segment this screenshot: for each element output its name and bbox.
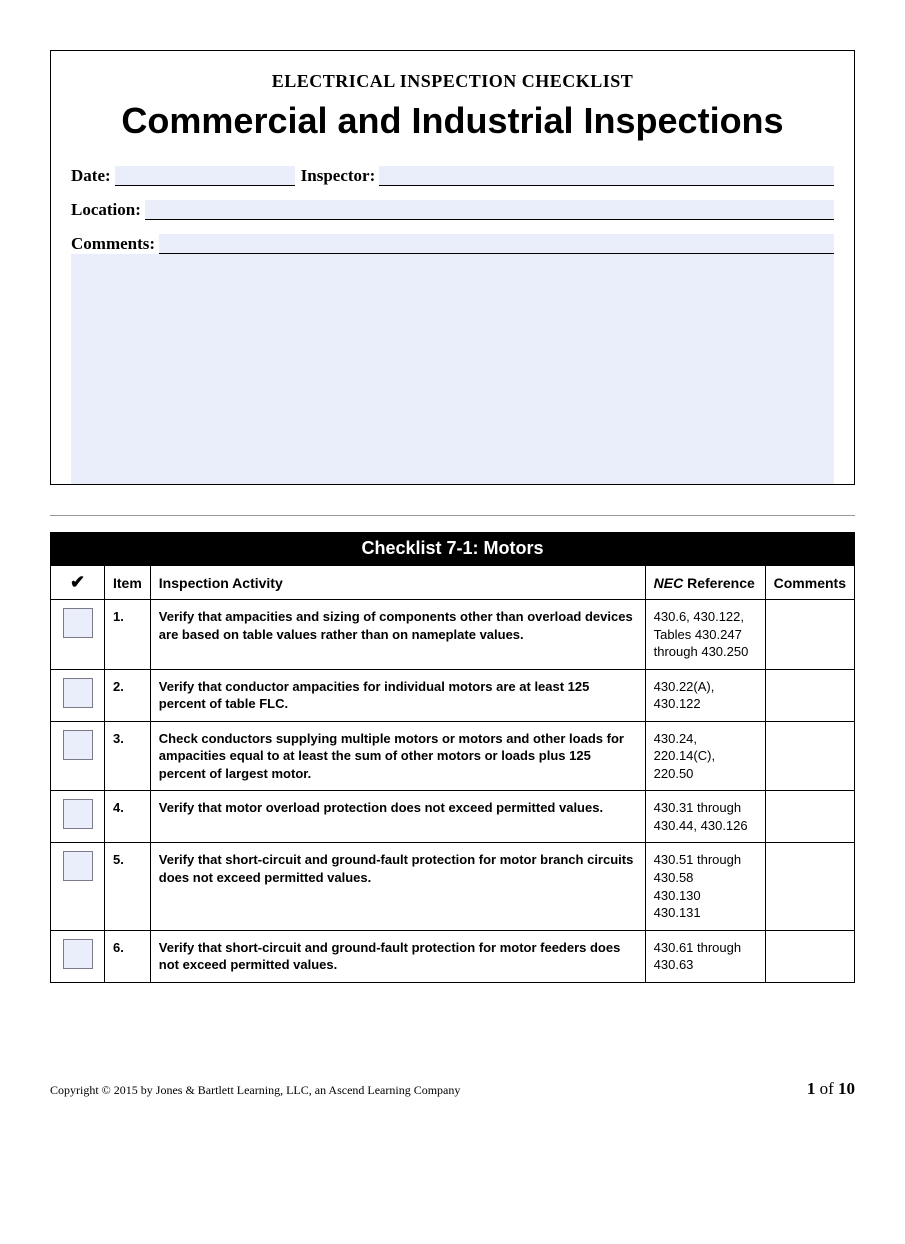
check-cell	[51, 721, 105, 791]
location-input[interactable]	[145, 202, 834, 220]
page: ELECTRICAL INSPECTION CHECKLIST Commerci…	[0, 0, 905, 1123]
table-row: 1.Verify that ampacities and sizing of c…	[51, 600, 855, 670]
inspector-field[interactable]	[379, 166, 834, 186]
activity-text: Verify that short-circuit and ground-fau…	[150, 843, 645, 930]
check-cell	[51, 843, 105, 930]
activity-text: Check conductors supplying multiple moto…	[150, 721, 645, 791]
col-activity: Inspection Activity	[150, 566, 645, 600]
reference-text: 430.22(A), 430.122	[645, 669, 765, 721]
activity-text: Verify that short-circuit and ground-fau…	[150, 930, 645, 982]
comments-input[interactable]	[159, 236, 834, 254]
check-cell	[51, 669, 105, 721]
checkbox[interactable]	[63, 730, 93, 760]
table-row: 6.Verify that short-circuit and ground-f…	[51, 930, 855, 982]
row-comments[interactable]	[765, 930, 854, 982]
reference-text: 430.6, 430.122, Tables 430.247 through 4…	[645, 600, 765, 670]
header-box: ELECTRICAL INSPECTION CHECKLIST Commerci…	[50, 50, 855, 485]
table-row: 5.Verify that short-circuit and ground-f…	[51, 843, 855, 930]
check-cell	[51, 791, 105, 843]
copyright-text: Copyright © 2015 by Jones & Bartlett Lea…	[50, 1083, 460, 1098]
checklist-body: 1.Verify that ampacities and sizing of c…	[51, 600, 855, 983]
location-row: Location:	[71, 200, 834, 220]
date-input[interactable]	[115, 168, 295, 186]
col-reference: NEC Reference	[645, 566, 765, 600]
table-row: 2.Verify that conductor ampacities for i…	[51, 669, 855, 721]
date-label: Date:	[71, 166, 115, 186]
section-divider	[50, 515, 855, 516]
reference-text: 430.24, 220.14(C), 220.50	[645, 721, 765, 791]
checkbox[interactable]	[63, 678, 93, 708]
item-number: 2.	[105, 669, 151, 721]
item-number: 1.	[105, 600, 151, 670]
item-number: 3.	[105, 721, 151, 791]
item-number: 6.	[105, 930, 151, 982]
table-row: 4.Verify that motor overload protection …	[51, 791, 855, 843]
col-item: Item	[105, 566, 151, 600]
reference-text: 430.61 through 430.63	[645, 930, 765, 982]
inspector-label: Inspector:	[301, 166, 380, 186]
col-comments: Comments	[765, 566, 854, 600]
row-comments[interactable]	[765, 600, 854, 670]
comments-row: Comments:	[71, 234, 834, 254]
date-field[interactable]	[115, 166, 295, 186]
main-title: Commercial and Industrial Inspections	[71, 100, 834, 142]
checklist-title: Checklist 7-1: Motors	[50, 532, 855, 565]
checkbox[interactable]	[63, 608, 93, 638]
reference-text: 430.51 through 430.58 430.130 430.131	[645, 843, 765, 930]
date-inspector-row: Date: Inspector:	[71, 166, 834, 186]
item-number: 4.	[105, 791, 151, 843]
check-cell	[51, 600, 105, 670]
row-comments[interactable]	[765, 843, 854, 930]
page-number: 1 of 10	[807, 1079, 855, 1099]
inspector-input[interactable]	[379, 168, 834, 186]
activity-text: Verify that ampacities and sizing of com…	[150, 600, 645, 670]
nec-suffix: Reference	[683, 575, 755, 591]
col-check: ✔	[51, 566, 105, 600]
comments-area[interactable]	[71, 254, 834, 484]
reference-text: 430.31 through 430.44, 430.126	[645, 791, 765, 843]
nec-prefix: NEC	[654, 575, 684, 591]
comments-label: Comments:	[71, 234, 159, 254]
checkbox[interactable]	[63, 851, 93, 881]
footer: Copyright © 2015 by Jones & Bartlett Lea…	[50, 1079, 855, 1099]
item-number: 5.	[105, 843, 151, 930]
row-comments[interactable]	[765, 721, 854, 791]
checkbox[interactable]	[63, 939, 93, 969]
checkbox[interactable]	[63, 799, 93, 829]
row-comments[interactable]	[765, 791, 854, 843]
row-comments[interactable]	[765, 669, 854, 721]
page-total: 10	[838, 1079, 855, 1098]
activity-text: Verify that motor overload protection do…	[150, 791, 645, 843]
activity-text: Verify that conductor ampacities for ind…	[150, 669, 645, 721]
check-cell	[51, 930, 105, 982]
location-field[interactable]	[145, 200, 834, 220]
location-label: Location:	[71, 200, 145, 220]
checklist-table: ✔ Item Inspection Activity NEC Reference…	[50, 565, 855, 983]
table-header-row: ✔ Item Inspection Activity NEC Reference…	[51, 566, 855, 600]
page-sep: of	[815, 1079, 838, 1098]
comments-field[interactable]	[159, 234, 834, 254]
pre-title: ELECTRICAL INSPECTION CHECKLIST	[71, 71, 834, 92]
table-row: 3.Check conductors supplying multiple mo…	[51, 721, 855, 791]
